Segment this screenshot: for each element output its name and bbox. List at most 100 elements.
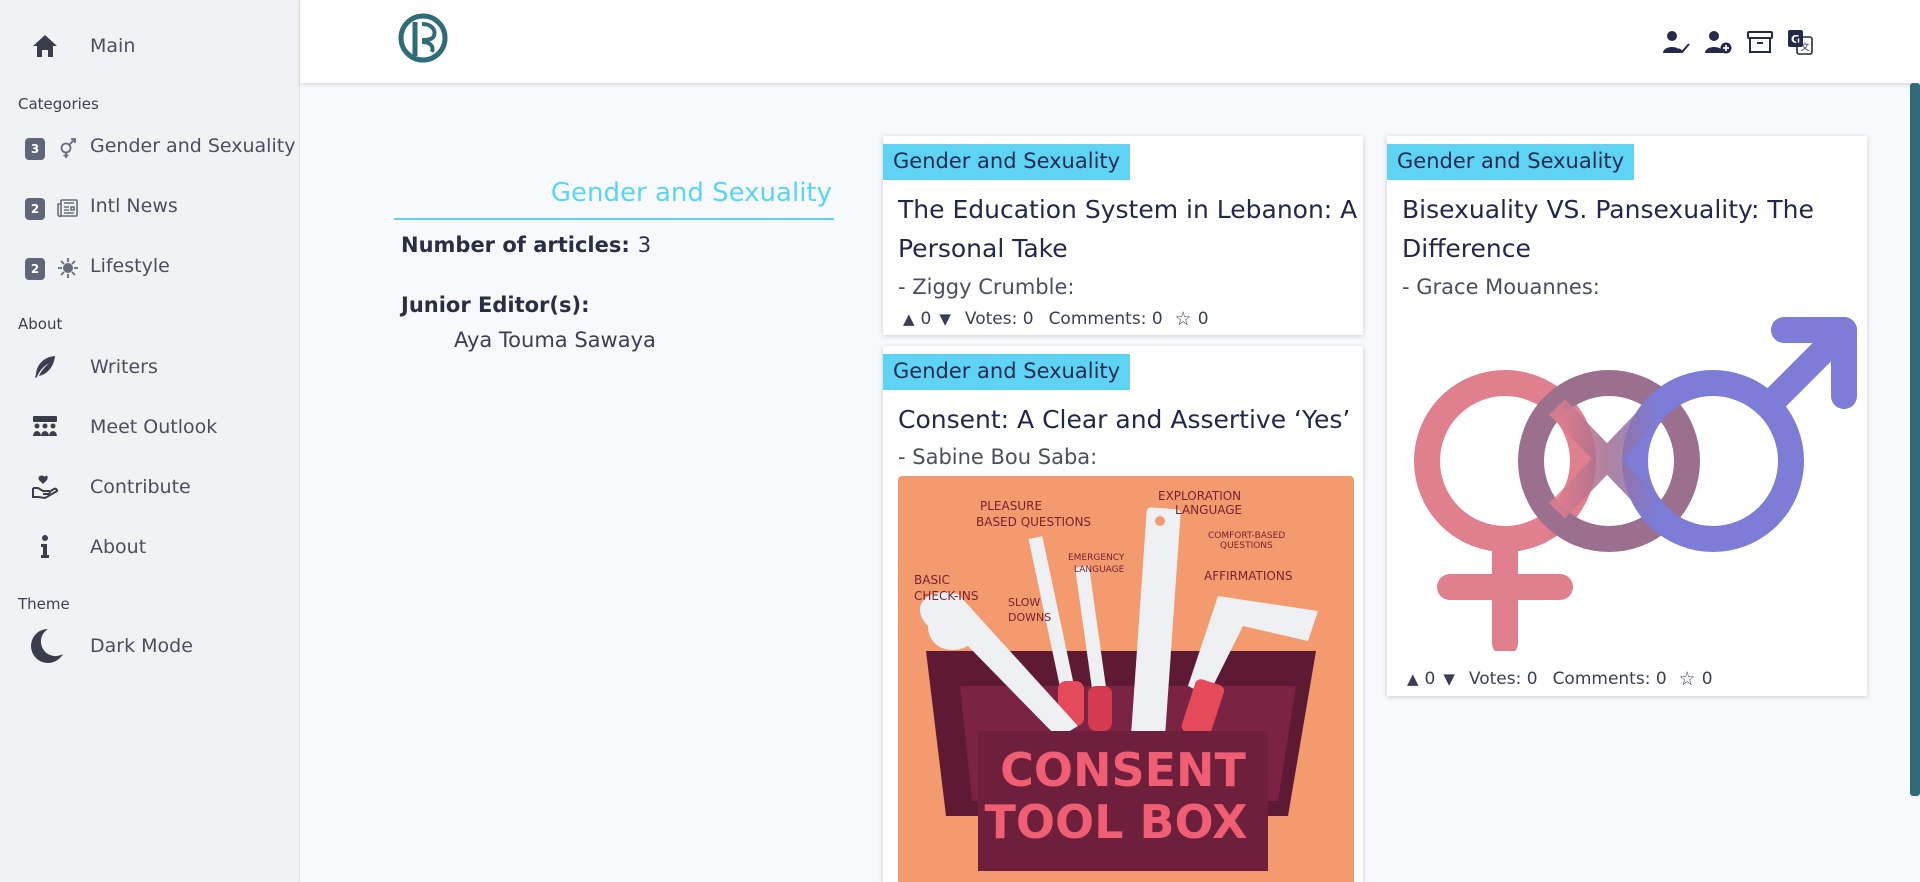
category-tag[interactable]: Gender and Sexuality [883, 144, 1131, 180]
sidebar-item-label: Contribute [90, 476, 191, 498]
categories-heading: Categories [18, 95, 99, 113]
svg-text:文: 文 [1800, 41, 1809, 53]
image-label: BASED QUESTIONS [976, 515, 1091, 529]
archive-icon[interactable] [1746, 28, 1774, 56]
sidebar-item-label: Main [90, 35, 136, 57]
number-of-articles: Number of articles: 3 [401, 233, 651, 257]
article-title-line: Bisexuality VS. Pansexuality: The [1402, 195, 1814, 224]
sidebar-item-meet-outlook[interactable]: Meet Outlook [0, 410, 300, 444]
votes-count: Votes: 0 [1468, 669, 1538, 689]
star-count: 0 [1197, 309, 1209, 329]
sidebar-item-label: Gender and Sexuality [90, 135, 296, 157]
user-check-icon[interactable] [1662, 28, 1690, 56]
image-label: BASIC [914, 573, 950, 587]
article-meta: ▲ 0 ▼ Votes: 0 Comments: 0 ☆ 0 [903, 308, 1209, 330]
downvote-icon[interactable]: ▼ [939, 310, 951, 328]
sidebar-item-label: Writers [90, 356, 158, 378]
count-badge: 2 [25, 198, 45, 220]
sidebar-item-gender-and-sexuality[interactable]: 3 Gender and Sexuality [0, 130, 300, 164]
article-image[interactable] [1402, 311, 1862, 656]
count-badge: 3 [25, 138, 45, 160]
sidebar-item-contribute[interactable]: Contribute [0, 470, 300, 504]
image-label: AFFIRMATIONS [1204, 569, 1292, 583]
sidebar-item-about[interactable]: About [0, 530, 300, 564]
article-author[interactable]: - Ziggy Crumble: [898, 275, 1074, 299]
article-meta: ▲ 0 ▼ Votes: 0 Comments: 0 ☆ 0 [1407, 668, 1713, 690]
sidebar: Main Categories 3 Gender and Sexuality 2… [0, 0, 300, 882]
comments-count: Comments: 0 [1048, 309, 1163, 329]
user-plus-icon[interactable] [1704, 28, 1732, 56]
moon-icon [26, 626, 66, 666]
newspaper-icon [56, 196, 80, 220]
image-label: QUESTIONS [1220, 541, 1273, 551]
virus-icon [56, 256, 80, 280]
top-header: G文 [300, 0, 1920, 83]
image-label: COMFORT-BASED [1208, 531, 1285, 541]
article-title[interactable]: Consent: A Clear and Assertive ‘Yes’ [898, 400, 1350, 439]
num-articles-label: Number of articles: [401, 233, 630, 257]
star-count: 0 [1701, 669, 1713, 689]
sidebar-item-intl-news[interactable]: 2 Intl News [0, 190, 300, 224]
image-label: PLEASURE [980, 499, 1042, 513]
junior-editor-name[interactable]: Aya Touma Sawaya [454, 328, 656, 352]
upvote-icon[interactable]: ▲ [1407, 670, 1419, 688]
count-badge: 2 [25, 258, 45, 280]
outlook-logo[interactable] [398, 12, 448, 64]
article-card[interactable]: Gender and Sexuality The Education Syste… [883, 136, 1363, 335]
image-caption: TOOL BOX [985, 795, 1248, 849]
article-author[interactable]: - Grace Mouannes: [1402, 275, 1600, 299]
article-title[interactable]: The Education System in Lebanon: A Perso… [898, 190, 1357, 268]
star-icon[interactable]: ☆ [1679, 668, 1696, 690]
dark-mode-toggle[interactable]: Dark Mode [0, 625, 300, 667]
image-label: DOWNS [1008, 611, 1051, 624]
num-articles-value: 3 [637, 233, 652, 257]
title-divider [394, 218, 834, 220]
category-tag[interactable]: Gender and Sexuality [1387, 144, 1635, 180]
image-label: EMERGENCY [1068, 553, 1125, 563]
article-image[interactable]: CONSENT TOOL BOX PLEASURE BASED QUESTION… [898, 476, 1354, 882]
svg-text:G: G [1791, 33, 1800, 46]
sidebar-item-label: Intl News [90, 195, 178, 217]
page-scrollbar[interactable] [1910, 83, 1920, 796]
image-label: LANGUAGE [1175, 503, 1242, 517]
translate-icon[interactable]: G文 [1786, 28, 1814, 56]
theme-heading: Theme [18, 595, 70, 613]
article-title[interactable]: Bisexuality VS. Pansexuality: The Differ… [1402, 190, 1814, 268]
article-card[interactable]: Gender and Sexuality Consent: A Clear an… [883, 346, 1363, 882]
article-title-line: The Education System in Lebanon: A [898, 195, 1358, 224]
image-label: SLOW [1008, 596, 1040, 609]
home-icon [30, 31, 60, 61]
upvote-icon[interactable]: ▲ [903, 310, 915, 328]
votes-count: Votes: 0 [964, 309, 1034, 329]
sidebar-item-lifestyle[interactable]: 2 Lifestyle [0, 250, 300, 284]
image-label: CHECK-INS [914, 589, 978, 603]
sidebar-item-label: About [90, 536, 147, 558]
sidebar-item-writers[interactable]: Writers [0, 350, 300, 384]
vote-score: 0 [1424, 669, 1436, 689]
image-label: LANGUAGE [1074, 565, 1125, 575]
category-title: Gender and Sexuality [550, 178, 832, 208]
article-card[interactable]: Gender and Sexuality Bisexuality VS. Pan… [1387, 136, 1867, 696]
article-title-line: Personal Take [898, 234, 1068, 263]
about-heading: About [18, 315, 63, 333]
vote-score: 0 [920, 309, 932, 329]
comments-count: Comments: 0 [1552, 669, 1667, 689]
category-tag[interactable]: Gender and Sexuality [883, 354, 1131, 390]
star-icon[interactable]: ☆ [1175, 308, 1192, 330]
team-icon [30, 412, 60, 442]
downvote-icon[interactable]: ▼ [1443, 670, 1455, 688]
article-title-line: Consent: A Clear and Assertive ‘Yes’ [898, 405, 1351, 434]
sidebar-item-label: Lifestyle [90, 255, 170, 277]
image-label: EXPLORATION [1158, 489, 1241, 503]
junior-editors-label: Junior Editor(s): [401, 293, 590, 317]
info-icon [30, 532, 60, 562]
hand-heart-icon [30, 472, 60, 502]
sidebar-item-label: Meet Outlook [90, 416, 218, 438]
article-title-line: Difference [1402, 234, 1531, 263]
sidebar-item-main[interactable]: Main [0, 28, 300, 64]
gender-icon [56, 136, 80, 160]
image-caption: CONSENT [1000, 743, 1246, 797]
sidebar-item-label: Dark Mode [90, 635, 193, 657]
feather-icon [30, 352, 60, 382]
article-author[interactable]: - Sabine Bou Saba: [898, 445, 1097, 469]
